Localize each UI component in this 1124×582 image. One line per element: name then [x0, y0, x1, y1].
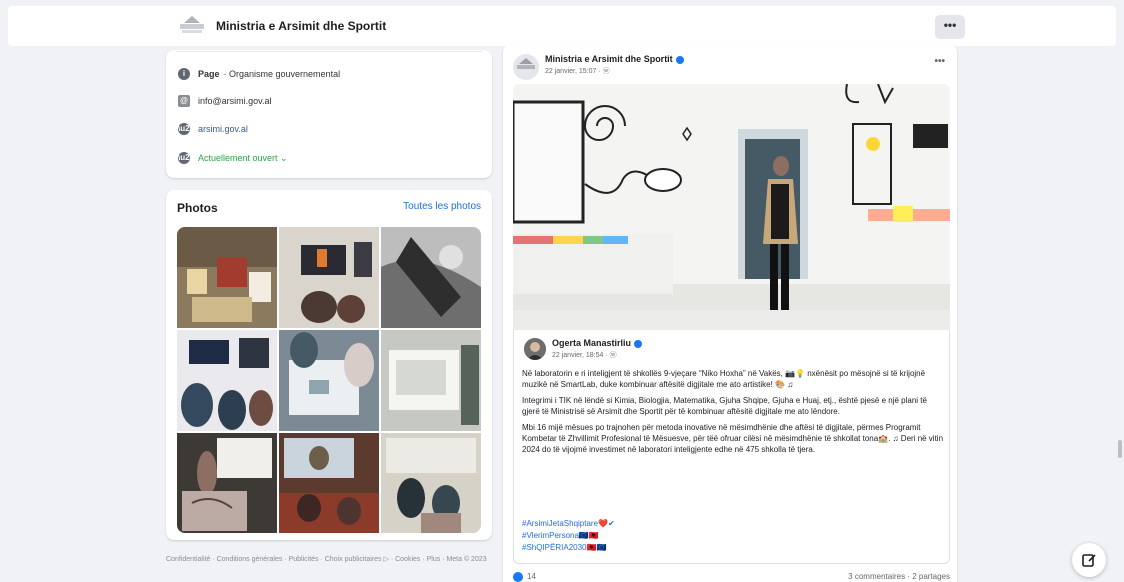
- hashtag-link[interactable]: #VlerimPersona🇪🇺🇦🇱: [522, 530, 615, 542]
- shared-author-avatar[interactable]: [524, 338, 546, 360]
- page-type: · Organisme gouvernemental: [223, 69, 341, 79]
- hours-status[interactable]: Actuellement ouvert ⌄: [198, 153, 288, 164]
- photos-title: Photos: [177, 201, 218, 215]
- photo-thumbnail[interactable]: [381, 433, 481, 533]
- page-header: Ministria e Arsimit dhe Sportit •••: [8, 6, 1116, 46]
- post-paragraph: Në laboratorin e ri inteligjent të shkol…: [522, 369, 926, 389]
- post-paragraph: Mbi 16 mijë mësues po trajnohen për meto…: [522, 423, 944, 454]
- photo-thumbnail[interactable]: [177, 433, 277, 533]
- feed-post: Ministria e Arsimit dhe Sportit 22 janvi…: [503, 44, 957, 582]
- info-icon: i: [178, 68, 190, 80]
- hours-row[interactable]: \u25f7 Actuellement ouvert ⌄: [178, 150, 288, 166]
- page-avatar[interactable]: [513, 54, 539, 80]
- shared-author[interactable]: Ogerta Manastirliu: [552, 338, 643, 348]
- post-paragraph: Integrimi i TIK në lëndë si Kimia, Biolo…: [522, 396, 927, 416]
- photo-grid: [177, 227, 481, 533]
- footer-links[interactable]: Confidentialité · Conditions générales ·…: [166, 555, 492, 565]
- photo-thumbnail[interactable]: [177, 227, 277, 328]
- verified-badge-icon: [634, 339, 643, 348]
- more-options-button[interactable]: •••: [935, 15, 965, 39]
- verified-badge-icon: [675, 55, 684, 64]
- see-all-photos-link[interactable]: Toutes les photos: [403, 201, 481, 212]
- photo-thumbnail[interactable]: [279, 227, 379, 328]
- post-text: Në laboratorin e ri inteligjent të shkol…: [522, 368, 946, 460]
- page-category-row: i Page · Organisme gouvernemental: [178, 66, 340, 82]
- like-reaction-icon: [513, 572, 523, 582]
- post-options-button[interactable]: •••: [934, 56, 945, 67]
- photo-thumbnail[interactable]: [279, 330, 379, 431]
- hashtag-list: #ArsimiJetaShqiptare❤️✔ #VlerimPersona🇪🇺…: [522, 518, 615, 554]
- post-timestamp[interactable]: 22 janvier, 15:07 · ⓦ: [545, 66, 610, 76]
- post-photo[interactable]: [513, 84, 950, 330]
- government-emblem-icon: [517, 58, 535, 69]
- email-text[interactable]: info@arsimi.gov.al: [198, 96, 272, 106]
- website-link[interactable]: arsimi.gov.al: [198, 124, 248, 134]
- scrollbar-thumb[interactable]: [1118, 440, 1122, 458]
- comment-share-count[interactable]: 3 commentaires · 2 partages: [848, 572, 950, 581]
- compose-icon: [1082, 554, 1096, 567]
- email-row[interactable]: @ info@arsimi.gov.al: [178, 93, 272, 109]
- hashtag-link[interactable]: #ShQIPËRIA2030🇦🇱🇪🇺: [522, 542, 615, 554]
- government-emblem-icon: [180, 16, 204, 33]
- page-name[interactable]: Ministria e Arsimit dhe Sportit: [216, 19, 386, 33]
- photo-thumbnail[interactable]: [177, 330, 277, 431]
- shared-post: Ogerta Manastirliu 22 janvier, 18:54 · ⓦ…: [513, 330, 950, 564]
- hashtag-link[interactable]: #ArsimiJetaShqiptare❤️✔: [522, 518, 615, 530]
- new-message-button[interactable]: [1072, 543, 1106, 577]
- post-stats: 14 3 commentaires · 2 partages: [513, 572, 950, 582]
- shared-timestamp[interactable]: 22 janvier, 18:54 · ⓦ: [552, 350, 617, 360]
- website-row[interactable]: \u25cb arsimi.gov.al: [178, 121, 248, 137]
- page-label: Page: [198, 69, 220, 79]
- like-count[interactable]: 14: [527, 572, 536, 581]
- photos-card: Photos Toutes les photos: [166, 190, 492, 540]
- globe-icon: \u25cb: [178, 123, 204, 135]
- intro-card: i Page · Organisme gouvernemental @ info…: [166, 50, 492, 178]
- post-author[interactable]: Ministria e Arsimit dhe Sportit: [545, 54, 684, 64]
- photo-thumbnail[interactable]: [381, 330, 481, 431]
- divider: [176, 51, 482, 52]
- photo-thumbnail[interactable]: [381, 227, 481, 328]
- email-icon: @: [178, 95, 190, 107]
- photo-thumbnail[interactable]: [279, 433, 379, 533]
- clock-icon: \u25f7: [178, 152, 202, 164]
